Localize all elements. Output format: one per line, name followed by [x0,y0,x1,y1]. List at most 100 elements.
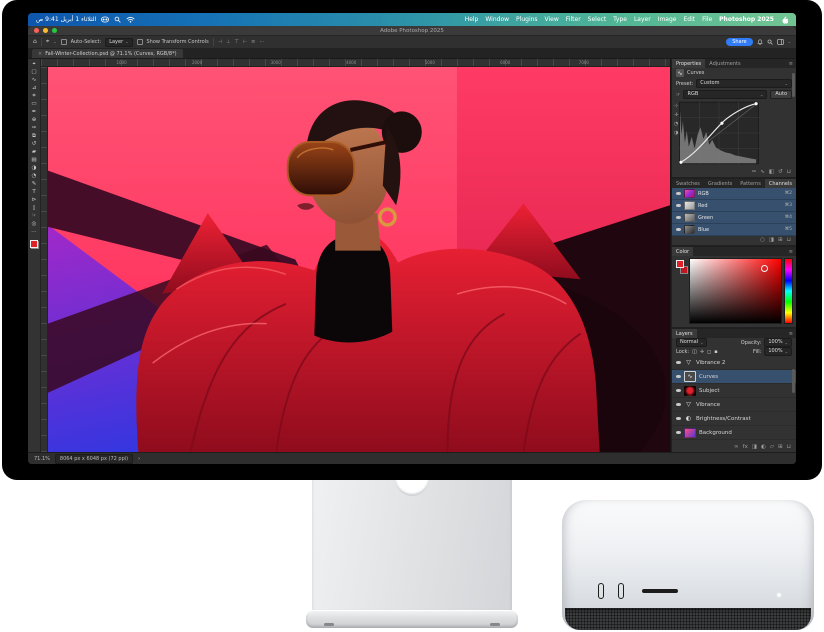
tab-channels[interactable]: Channels [765,179,796,188]
home-icon[interactable]: ⌂ [33,39,37,45]
align-bottom-icon[interactable]: ⊥ [226,39,230,45]
visibility-eye-icon[interactable] [676,216,681,220]
tool-blur-icon[interactable]: ◑ [32,166,37,172]
scrollbar[interactable] [792,369,795,393]
zoom-level[interactable]: 71.1% [34,456,50,462]
curves-graph[interactable] [679,101,759,165]
lock-transparency-icon[interactable]: ◫ [692,349,697,355]
new-group-icon[interactable]: ▱ [770,444,774,450]
channel-row-green[interactable]: Green ⌘4 [672,212,796,224]
visibility-eye-icon[interactable] [676,389,681,393]
tool-dodge-icon[interactable]: ◔ [32,174,37,180]
preset-dropdown[interactable]: Custom ⌄ [696,79,792,88]
menubar-clock[interactable]: الثلاثاء 1 أبريل 9:41 ص [36,16,96,23]
black-point-eyedropper-icon[interactable]: ◔ [674,121,678,127]
delete-channel-icon[interactable]: ⊔ [787,237,791,243]
tab-swatches[interactable]: Swatches [672,179,704,188]
tool-type-icon[interactable]: T [32,190,35,196]
blend-mode-dropdown[interactable]: Normal ⌄ [676,338,707,347]
delete-icon[interactable]: ⊔ [787,169,791,175]
apple-logo-icon[interactable] [781,16,788,24]
channel-row-blue[interactable]: Blue ⌘5 [672,224,796,236]
menu-help[interactable]: Help [465,16,479,23]
visibility-eye-icon[interactable] [676,431,681,435]
tool-lasso-icon[interactable]: ∿ [32,78,37,84]
tool-marquee-icon[interactable]: ▢ [31,70,36,76]
menu-view[interactable]: View [545,16,559,23]
color-swatches[interactable] [30,240,39,249]
tab-properties[interactable]: Properties [672,59,705,68]
tool-hand-icon[interactable]: ☞ [32,214,37,220]
add-mask-icon[interactable]: ◨ [752,444,757,450]
layer-row-curves[interactable]: ∿ Curves [672,370,796,384]
auto-select-checkbox[interactable] [61,39,67,45]
layer-row-subject[interactable]: Subject [672,384,796,398]
chevron-down-icon[interactable]: ⌄ [788,40,791,44]
auto-select-target-dropdown[interactable]: Layer ⌄ [105,38,132,47]
align-top-icon[interactable]: ⊤ [234,39,238,45]
foreground-color-swatch[interactable] [676,260,684,268]
canvas-image[interactable] [48,67,670,452]
layer-row-vibrance[interactable]: ▽ Vibrance [672,398,796,412]
move-tool-icon[interactable]: ⌖ [46,39,49,45]
tool-shape-icon[interactable]: ▯ [32,206,35,212]
distribute-icon[interactable]: ≡ [251,39,255,45]
tool-clone-stamp-icon[interactable]: ⧉ [32,134,36,140]
lock-pixels-icon[interactable]: ◻ [707,349,711,355]
tool-gradient-icon[interactable]: ▤ [31,158,36,164]
menu-file[interactable]: File [702,16,712,23]
visibility-eye-icon[interactable] [676,228,681,232]
wifi-icon[interactable] [126,16,135,23]
tab-color[interactable]: Color [672,247,693,256]
foreground-color-swatch[interactable] [30,240,38,248]
menu-image[interactable]: Image [658,16,677,23]
white-point-eyedropper-icon[interactable]: ◑ [674,130,678,136]
curves-editor[interactable]: ⊹ ✛ ◔ ◑ [672,100,796,165]
menu-filter[interactable]: Filter [566,16,581,23]
layer-row-brightness-contrast[interactable]: ◐ Brightness/Contrast [672,412,796,426]
channel-row-red[interactable]: Red ⌘3 [672,200,796,212]
chevron-right-icon[interactable]: › [138,456,140,462]
edit-toolbar-icon[interactable]: ⋯ [31,230,37,236]
visibility-eye-icon[interactable] [676,403,681,407]
lock-all-icon[interactable]: ▪ [714,349,717,355]
tool-eraser-icon[interactable]: ▰ [32,150,36,156]
workspace-switcher-icon[interactable] [777,39,784,45]
visibility-eye-icon[interactable] [676,417,681,421]
layer-effects-icon[interactable]: fx [743,444,748,450]
tab-patterns[interactable]: Patterns [736,179,765,188]
menu-app-photoshop[interactable]: Photoshop 2025 [719,16,774,23]
tool-move-icon[interactable]: ⌖ [32,62,35,68]
menu-edit[interactable]: Edit [683,16,695,23]
new-adjustment-layer-icon[interactable]: ◐ [761,444,766,450]
load-selection-icon[interactable]: ○ [760,237,765,243]
layer-row-background[interactable]: Background [672,426,796,440]
auto-button[interactable]: Auto [770,90,792,99]
fill-value[interactable]: 100% ⌄ [764,347,792,356]
menu-select[interactable]: Select [588,16,607,23]
document-tab[interactable]: × Fall-Winter-Collection.psd @ 71.1% (Cu… [32,49,183,58]
tool-path-selection-icon[interactable]: ⊳ [32,198,37,204]
clip-mask-icon[interactable]: ◧ [769,169,774,175]
close-tab-icon[interactable]: × [38,51,42,57]
panel-menu-icon[interactable]: ≡ [786,329,796,338]
edit-points-icon[interactable]: ⊹ [674,103,678,109]
save-selection-icon[interactable]: ◨ [769,237,774,243]
draw-curve-icon[interactable]: ✛ [674,112,678,118]
tool-zoom-icon[interactable]: ◎ [32,222,37,228]
tool-crop-icon[interactable]: ⌗ [32,94,35,100]
hue-slider[interactable] [784,258,793,324]
visibility-eye-icon[interactable] [676,204,681,208]
new-channel-icon[interactable]: ⊞ [778,237,783,243]
lock-position-icon[interactable]: ✛ [700,349,704,355]
targeted-adjust-icon[interactable]: ☞ [676,92,680,98]
more-options-icon[interactable]: ⋯ [259,39,264,45]
notifications-bell-icon[interactable] [757,39,763,46]
control-center-icon[interactable] [101,16,109,23]
link-layers-icon[interactable]: ∞ [734,444,739,450]
opacity-value[interactable]: 100% ⌄ [764,338,792,347]
panel-menu-icon[interactable]: ≡ [786,247,796,256]
align-left-icon[interactable]: ⊣ [218,39,222,45]
menu-layer[interactable]: Layer [634,16,651,23]
channel-row-rgb[interactable]: RGB ⌘2 [672,188,796,200]
